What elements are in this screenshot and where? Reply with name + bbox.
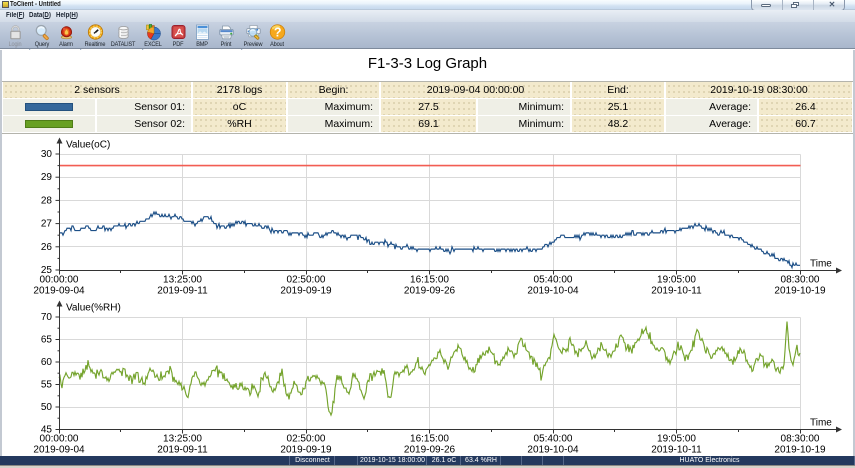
svg-text:Value(%RH): Value(%RH) xyxy=(66,303,121,314)
svg-text:2019-09-04: 2019-09-04 xyxy=(33,445,85,456)
svg-text:19:05:00: 19:05:00 xyxy=(657,434,696,445)
svg-text:19:05:00: 19:05:00 xyxy=(657,275,696,286)
svg-text:2019-10-11: 2019-10-11 xyxy=(651,286,702,297)
svg-text:16:15:00: 16:15:00 xyxy=(410,275,449,286)
svg-text:?: ? xyxy=(273,26,281,40)
svg-text:08:30:00: 08:30:00 xyxy=(781,275,820,286)
svg-text:2019-10-19: 2019-10-19 xyxy=(774,286,826,297)
svg-text:08:30:00: 08:30:00 xyxy=(781,434,820,445)
svg-text:00:00:00: 00:00:00 xyxy=(40,275,79,286)
svg-text:55: 55 xyxy=(41,380,53,391)
svg-text:2019-10-04: 2019-10-04 xyxy=(527,286,579,297)
svg-text:Time: Time xyxy=(810,259,832,270)
svg-text:2019-09-26: 2019-09-26 xyxy=(404,286,456,297)
svg-text:60: 60 xyxy=(41,357,53,368)
svg-text:05:40:00: 05:40:00 xyxy=(534,434,573,445)
svg-text:13:25:00: 13:25:00 xyxy=(163,434,202,445)
svg-text:2019-09-26: 2019-09-26 xyxy=(404,445,456,456)
svg-text:2019-10-11: 2019-10-11 xyxy=(651,445,702,456)
svg-text:2019-09-19: 2019-09-19 xyxy=(280,445,332,456)
svg-text:00:00:00: 00:00:00 xyxy=(40,434,79,445)
svg-text:05:40:00: 05:40:00 xyxy=(534,275,573,286)
svg-text:27: 27 xyxy=(41,219,53,230)
svg-text:02:50:00: 02:50:00 xyxy=(287,275,326,286)
svg-text:2019-09-04: 2019-09-04 xyxy=(33,286,85,297)
svg-text:2019-09-11: 2019-09-11 xyxy=(157,286,208,297)
svg-text:50: 50 xyxy=(41,402,53,413)
svg-text:29: 29 xyxy=(41,172,53,183)
svg-text:30: 30 xyxy=(41,149,53,160)
svg-text:65: 65 xyxy=(41,335,53,346)
svg-text:70: 70 xyxy=(41,312,53,323)
svg-text:2019-09-11: 2019-09-11 xyxy=(157,445,208,456)
svg-text:13:25:00: 13:25:00 xyxy=(163,275,202,286)
svg-text:Time: Time xyxy=(810,418,832,429)
svg-text:2019-10-19: 2019-10-19 xyxy=(774,445,826,456)
svg-text:26: 26 xyxy=(41,242,53,253)
svg-text:02:50:00: 02:50:00 xyxy=(287,434,326,445)
svg-text:16:15:00: 16:15:00 xyxy=(410,434,449,445)
svg-text:2019-10-04: 2019-10-04 xyxy=(527,445,579,456)
svg-text:Value(oC): Value(oC) xyxy=(66,140,110,151)
svg-text:2019-09-19: 2019-09-19 xyxy=(280,286,332,297)
svg-text:28: 28 xyxy=(41,195,53,206)
